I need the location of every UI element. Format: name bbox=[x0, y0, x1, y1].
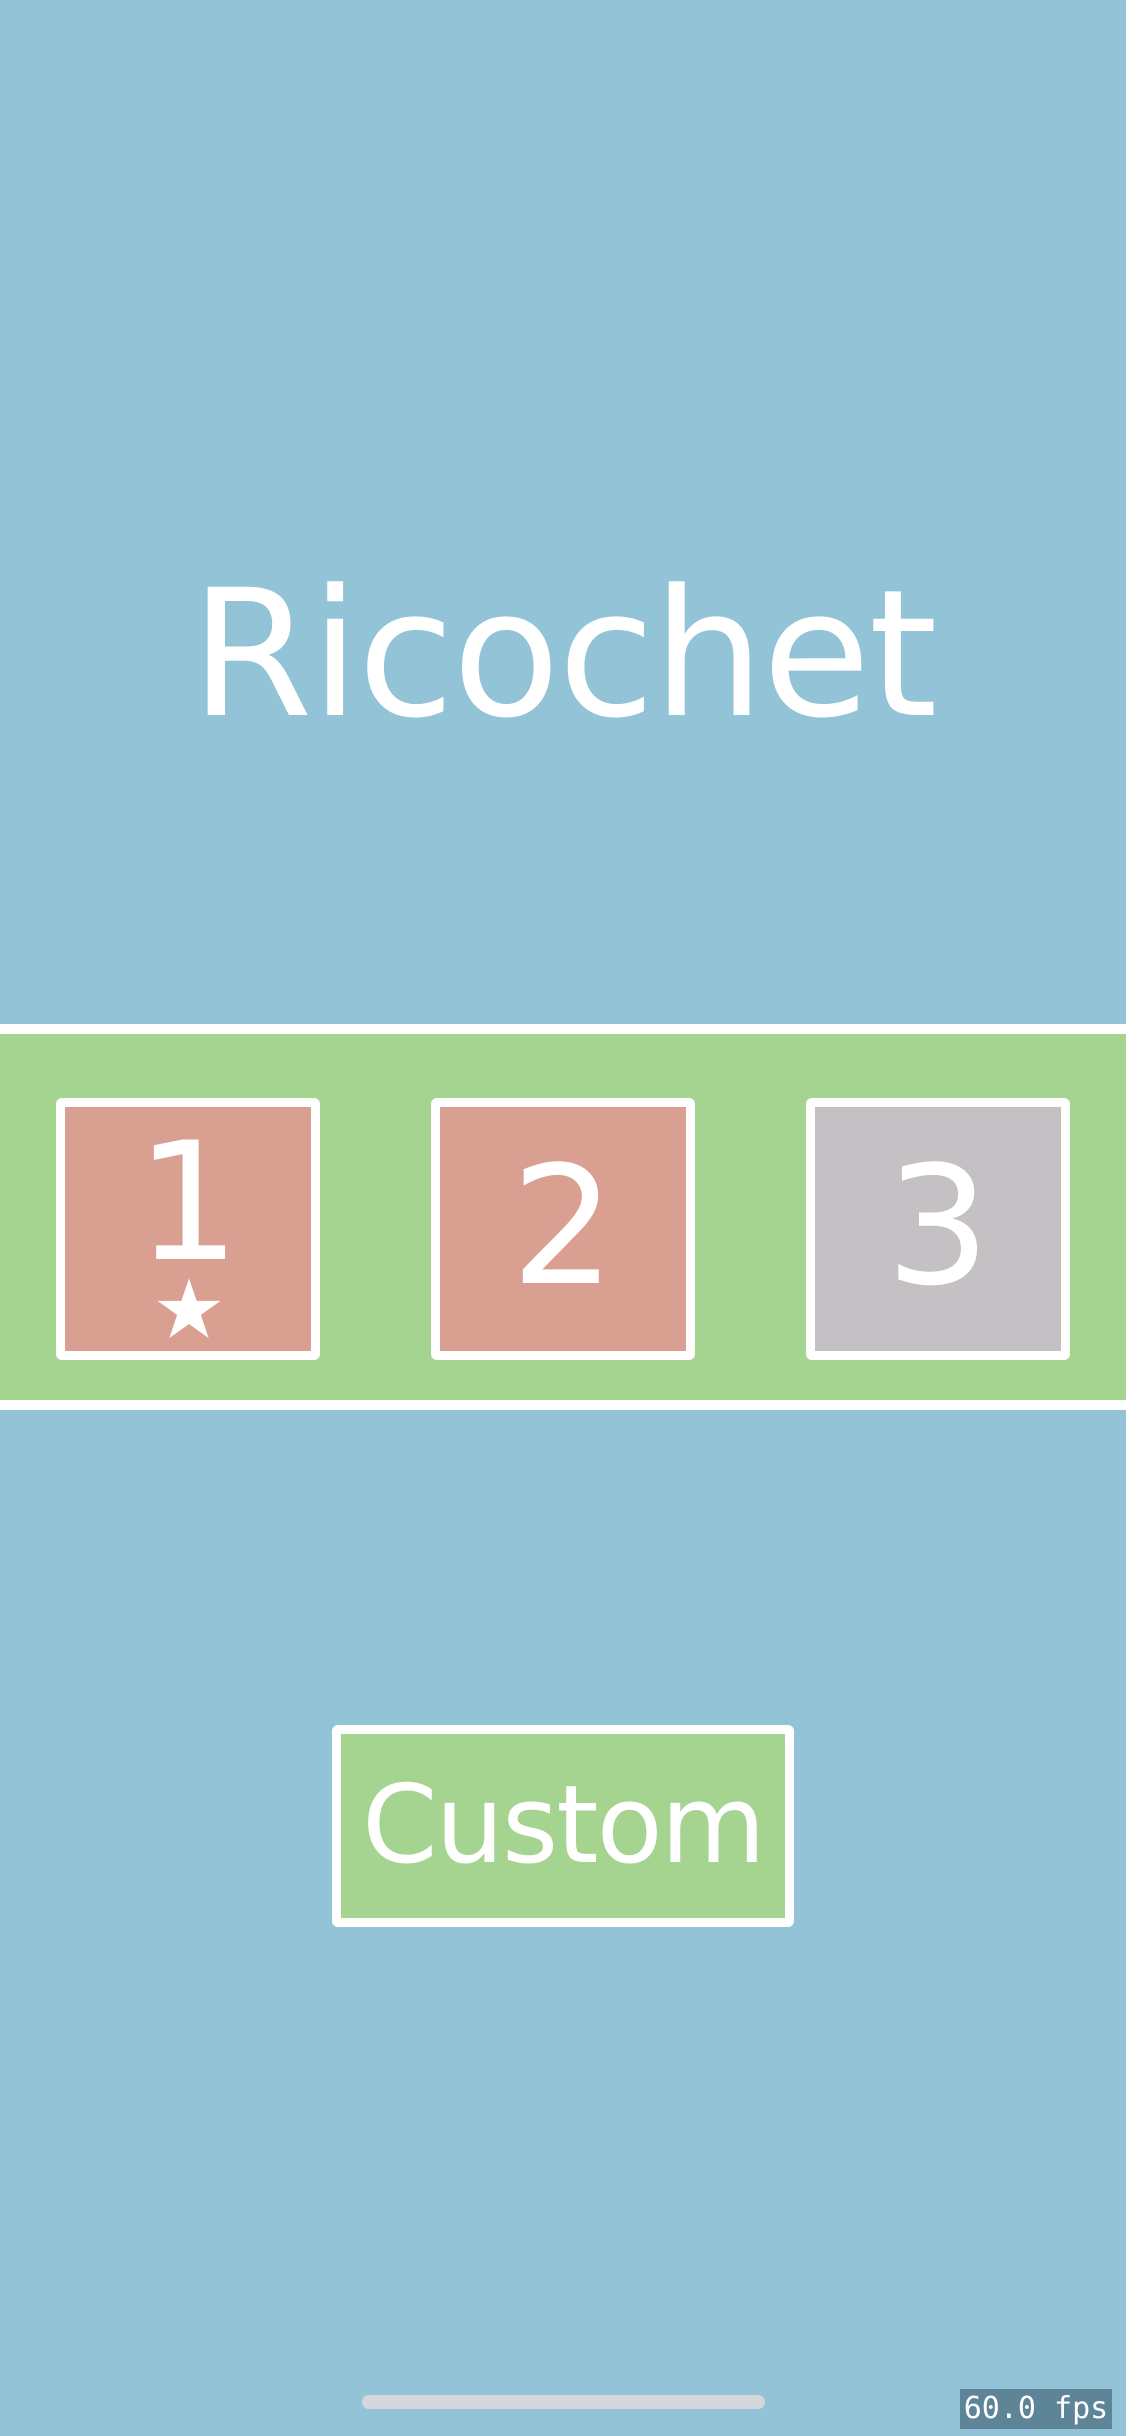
fps-counter: 60.0 fps bbox=[960, 2389, 1112, 2429]
level-2-number: 2 bbox=[510, 1131, 616, 1322]
custom-level-button[interactable]: Custom bbox=[332, 1725, 794, 1927]
game-title: Ricochet bbox=[190, 552, 937, 757]
level-3-button[interactable]: 3 bbox=[806, 1098, 1070, 1360]
star-icon bbox=[157, 1278, 221, 1338]
level-select-band: 1 2 3 bbox=[0, 1024, 1126, 1410]
custom-button-label: Custom bbox=[362, 1763, 766, 1888]
level-3-number: 3 bbox=[885, 1131, 991, 1322]
home-indicator[interactable] bbox=[362, 2395, 765, 2409]
level-1-button[interactable]: 1 bbox=[56, 1098, 320, 1360]
level-2-button[interactable]: 2 bbox=[431, 1098, 695, 1360]
